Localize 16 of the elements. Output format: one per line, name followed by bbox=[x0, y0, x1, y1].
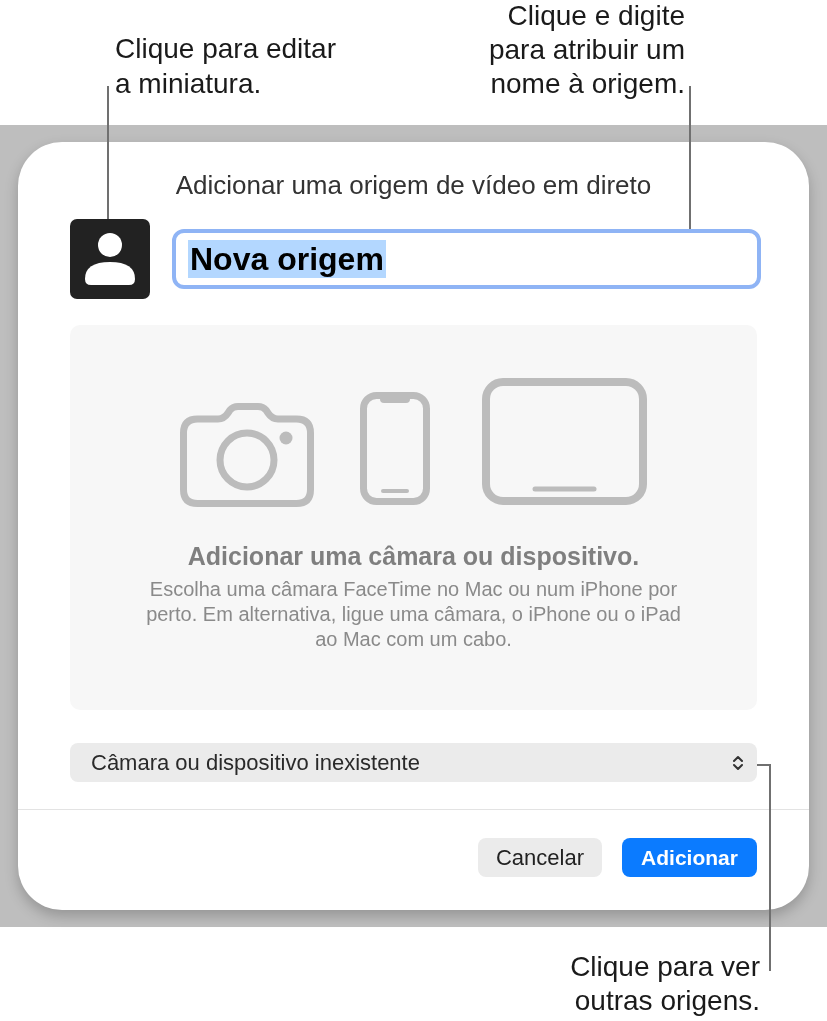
tablet-icon bbox=[482, 378, 647, 505]
source-dropdown[interactable]: Câmara ou dispositivo inexistente bbox=[70, 743, 757, 782]
add-button[interactable]: Adicionar bbox=[622, 838, 757, 877]
callout-text: Clique para ver outras origens. bbox=[570, 950, 760, 1018]
camera-icon bbox=[180, 403, 314, 507]
person-icon bbox=[85, 233, 135, 285]
thumbnail-button[interactable] bbox=[70, 219, 150, 299]
phone-icon bbox=[360, 392, 430, 505]
empty-state-description: Escolha uma câmara FaceTime no Mac ou num iPhone por perto. Em alternativa, ligue uma câmara, o iPhone ou o iPad ao Mac com um cabo. bbox=[146, 577, 681, 652]
chevron-up-down-icon bbox=[732, 753, 744, 772]
empty-state-heading: Adicionar uma câmara ou dispositivo. bbox=[187, 541, 640, 571]
name-field[interactable]: Nova origem bbox=[172, 229, 761, 289]
dialog-title: Adicionar uma origem de vídeo em direto bbox=[174, 169, 653, 201]
callout-text: Clique para editar a miniatura. bbox=[115, 32, 337, 101]
cancel-button[interactable]: Cancelar bbox=[478, 838, 602, 877]
callout-text: Clique e digite para atribuir um nome à origem. bbox=[488, 0, 685, 101]
